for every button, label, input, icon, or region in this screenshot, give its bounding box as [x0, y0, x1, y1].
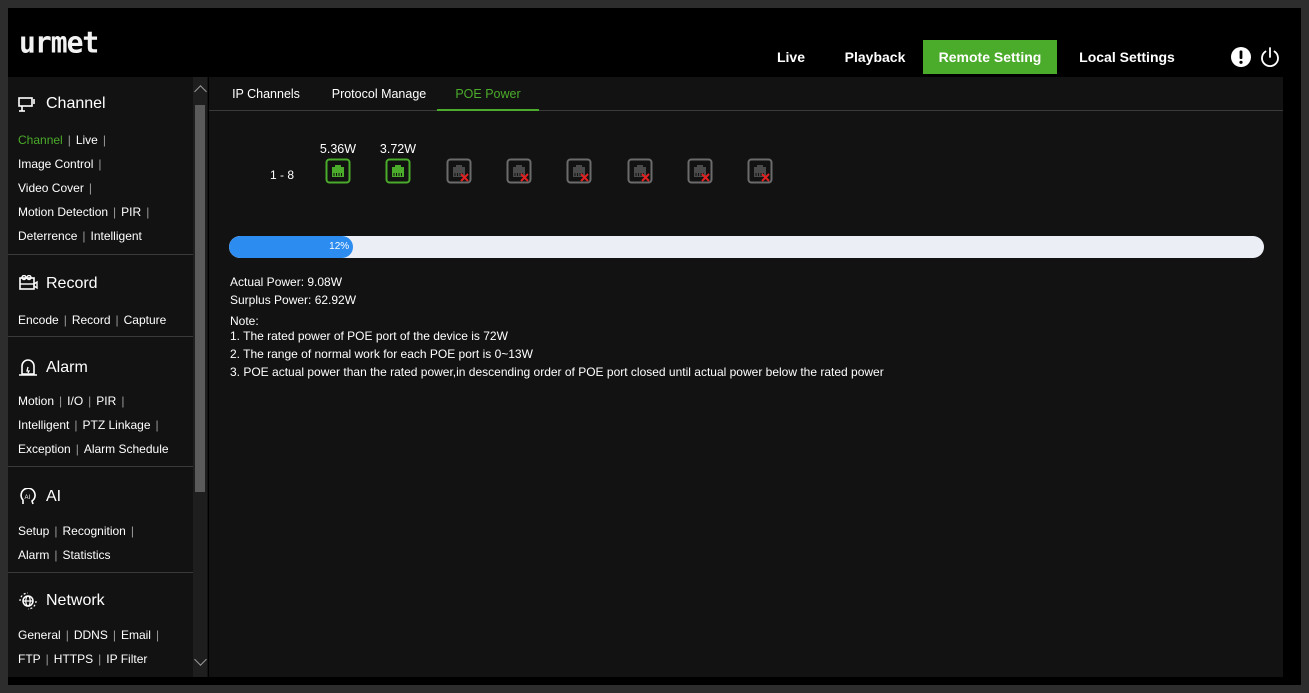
sidebar-line: Motion | I/O | PIR |	[18, 394, 125, 408]
nav-live[interactable]: Live	[756, 40, 826, 74]
sidebar-section-record: Record Encode | Record | Capture	[8, 255, 201, 337]
tab-bar: IP Channels Protocol Manage POE Power	[209, 77, 1283, 111]
sidebar-header-network[interactable]: Network	[18, 590, 105, 612]
note-line: 2. The range of normal work for each POE…	[230, 347, 533, 361]
port-watt-label: 3.72W	[379, 142, 417, 156]
sidebar-item-deterrence[interactable]: Deterrence	[18, 229, 77, 243]
nav-local-settings[interactable]: Local Settings	[1060, 40, 1194, 74]
sidebar-item-pir-alarm[interactable]: PIR	[96, 394, 116, 408]
poe-port-inactive-icon	[566, 158, 592, 184]
note-line: 3. POE actual power than the rated power…	[230, 365, 884, 379]
port-range-label: 1 - 8	[270, 168, 295, 182]
poe-port-inactive-icon	[747, 158, 773, 184]
sidebar-header-ai[interactable]: AI AI	[18, 486, 61, 508]
scroll-up-icon[interactable]	[194, 85, 207, 98]
note-title: Note:	[230, 314, 259, 328]
sidebar-line: Deterrence | Intelligent	[18, 229, 142, 243]
sidebar-item-live[interactable]: Live	[76, 133, 98, 147]
sidebar-section-network: Network General | DDNS | Email | FTP | HTTPS | IP…	[8, 573, 201, 677]
network-icon	[19, 592, 37, 610]
sidebar-scrollbar[interactable]	[193, 77, 207, 677]
sidebar-title-network: Network	[46, 592, 105, 609]
sidebar-line: General | DDNS | Email |	[18, 628, 160, 642]
sidebar-line: Motion Detection | PIR |	[18, 205, 150, 219]
sidebar-item-record[interactable]: Record	[72, 313, 111, 327]
urmet-logo: urmet	[19, 25, 99, 60]
sidebar-item-ddns[interactable]: DDNS	[74, 628, 108, 642]
sidebar-item-intelligent-alarm[interactable]: Intelligent	[18, 418, 69, 432]
sidebar-section-channel: Channel Channel | Live | Image Control | Vid…	[8, 77, 201, 255]
sidebar-line: FTP | HTTPS | IP Filter	[18, 652, 148, 666]
sidebar-title-ai: AI	[46, 488, 62, 505]
sidebar-line: Image Control |	[18, 157, 102, 171]
svg-text:AI: AI	[25, 495, 31, 501]
poe-port-inactive-icon	[687, 158, 713, 184]
surplus-power: Surplus Power: 62.92W	[230, 293, 357, 307]
sidebar-item-ftp[interactable]: FTP	[18, 652, 41, 666]
sidebar-line: Setup | Recognition |	[18, 524, 134, 538]
poe-port-inactive-icon	[506, 158, 532, 184]
sidebar-item-exception[interactable]: Exception	[18, 442, 71, 456]
port-watt-label: 5.36W	[319, 142, 357, 156]
sidebar-line: Encode | Record | Capture	[18, 313, 167, 327]
scrollbar-thumb[interactable]	[195, 105, 205, 492]
sidebar-section-alarm: Alarm Motion | I/O | PIR | Intelligent | PTZ Li…	[8, 337, 201, 467]
sidebar-item-image-control[interactable]: Image Control	[18, 157, 93, 171]
poe-port-inactive-icon	[627, 158, 653, 184]
sidebar-item-channel[interactable]: Channel	[18, 133, 63, 147]
sidebar-item-setup[interactable]: Setup	[18, 524, 49, 538]
alert-icon[interactable]	[1230, 46, 1252, 68]
sidebar-line: Channel | Live |	[18, 133, 106, 147]
poe-usage-fill: 12%	[229, 236, 354, 258]
sidebar-item-statistics[interactable]: Statistics	[62, 548, 110, 562]
poe-usage-text: 12%	[329, 241, 350, 252]
sidebar-item-ai-alarm[interactable]: Alarm	[18, 548, 49, 562]
sidebar-item-capture[interactable]: Capture	[124, 313, 167, 327]
record-icon	[19, 275, 38, 290]
sidebar-item-general[interactable]: General	[18, 628, 61, 642]
sidebar-title-channel: Channel	[46, 95, 106, 112]
main-panel: IP Channels Protocol Manage POE Power 1 …	[209, 77, 1283, 677]
sidebar-title-alarm: Alarm	[46, 359, 88, 376]
sidebar-header-record[interactable]: Record	[18, 273, 98, 295]
alarm-icon	[19, 359, 37, 376]
tab-protocol-manage[interactable]: Protocol Manage	[324, 77, 434, 111]
power-icon[interactable]	[1259, 46, 1281, 68]
ai-icon: AI	[20, 488, 36, 505]
sidebar-line: Video Cover |	[18, 181, 92, 195]
sidebar-item-motion[interactable]: Motion	[18, 394, 54, 408]
sidebar-line: Exception | Alarm Schedule	[18, 442, 169, 456]
note-line: 1. The rated power of POE port of the de…	[230, 329, 508, 343]
sidebar-item-encode[interactable]: Encode	[18, 313, 59, 327]
poe-port-active-icon	[325, 158, 351, 184]
sidebar-item-ptz-linkage[interactable]: PTZ Linkage	[83, 418, 151, 432]
sidebar-section-ai: AI AI Setup | Recognition | Alarm | Statistic…	[8, 467, 201, 573]
nav-playback[interactable]: Playback	[827, 40, 923, 74]
sidebar-item-pir[interactable]: PIR	[121, 205, 141, 219]
sidebar: Channel Channel | Live | Image Control | Vid…	[8, 77, 208, 677]
sidebar-title-record: Record	[46, 275, 98, 292]
actual-power: Actual Power: 9.08W	[230, 275, 343, 289]
nav-remote-setting[interactable]: Remote Setting	[923, 40, 1057, 74]
sidebar-line: Alarm | Statistics	[18, 548, 111, 562]
sidebar-item-intelligent[interactable]: Intelligent	[91, 229, 142, 243]
poe-port-active-icon	[385, 158, 411, 184]
sidebar-header-channel[interactable]: Channel	[18, 93, 106, 115]
sidebar-item-email[interactable]: Email	[121, 628, 151, 642]
sidebar-header-alarm[interactable]: Alarm	[18, 357, 88, 379]
sidebar-item-video-cover[interactable]: Video Cover	[18, 181, 84, 195]
scroll-down-icon[interactable]	[194, 653, 207, 666]
tab-poe-power[interactable]: POE Power	[437, 77, 539, 111]
sidebar-item-motion-detection[interactable]: Motion Detection	[18, 205, 108, 219]
channel-icon	[18, 97, 35, 112]
sidebar-item-https[interactable]: HTTPS	[54, 652, 93, 666]
poe-port-inactive-icon	[446, 158, 472, 184]
sidebar-item-recognition[interactable]: Recognition	[62, 524, 125, 538]
sidebar-line: Intelligent | PTZ Linkage |	[18, 418, 159, 432]
sidebar-item-ip-filter[interactable]: IP Filter	[106, 652, 147, 666]
sidebar-item-io[interactable]: I/O	[67, 394, 83, 408]
sidebar-item-alarm-schedule[interactable]: Alarm Schedule	[84, 442, 169, 456]
tab-ip-channels[interactable]: IP Channels	[221, 77, 311, 111]
poe-usage-bar: 12%	[229, 236, 1264, 258]
